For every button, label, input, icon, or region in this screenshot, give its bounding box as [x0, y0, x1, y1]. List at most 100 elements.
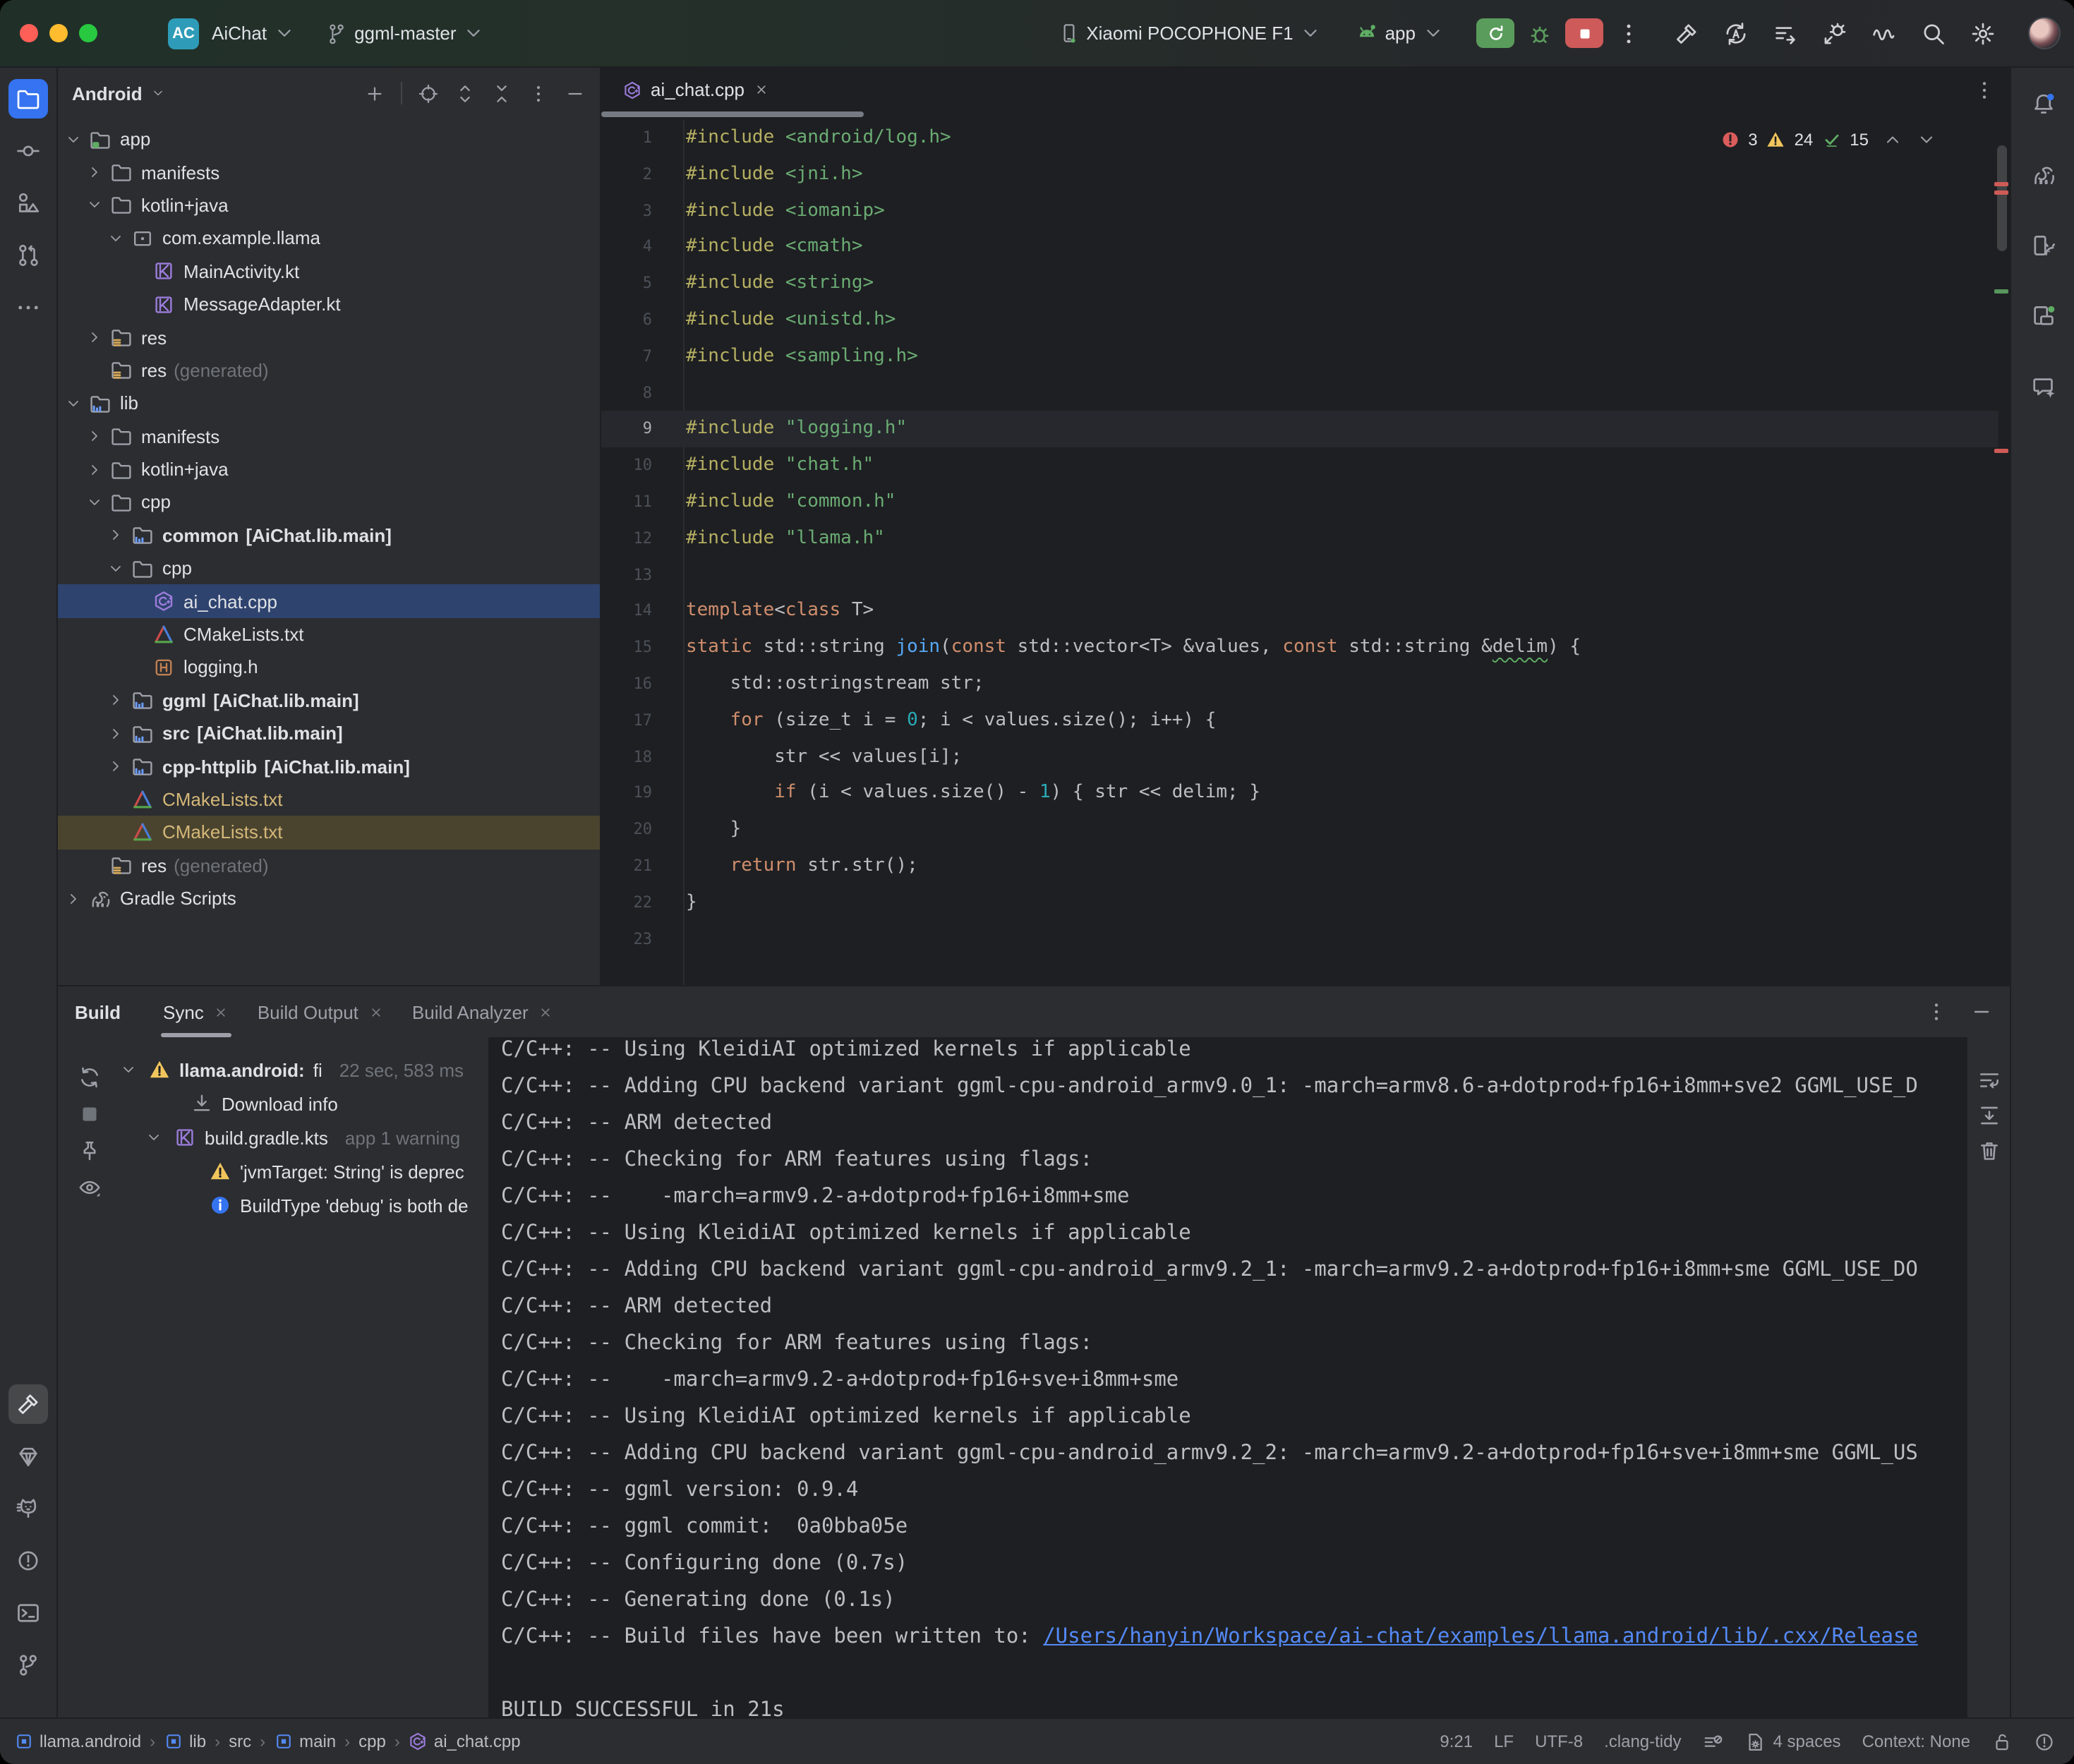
- stop-square-icon[interactable]: [77, 1102, 101, 1126]
- code-line-2[interactable]: 2#include <jni.h>: [601, 157, 1998, 193]
- project-view-selector[interactable]: Android: [72, 83, 143, 104]
- scroll-end-icon[interactable]: [1977, 1104, 2001, 1128]
- inspections-widget[interactable]: 3 24 15: [1720, 130, 1936, 150]
- tree-item-cmakelists-txt[interactable]: CMakeLists.txt: [58, 618, 600, 651]
- code-line-22[interactable]: 22}: [601, 884, 1998, 921]
- chevron-right-icon[interactable]: [88, 425, 110, 447]
- tree-item-cmakelists-txt[interactable]: CMakeLists.txt: [58, 816, 600, 849]
- tool-button-running-devices[interactable]: [2023, 296, 2063, 336]
- console-link[interactable]: /Users/hanyin/Workspace/ai-chat/examples…: [1043, 1626, 1918, 1648]
- chevron-down-icon[interactable]: [88, 491, 110, 514]
- chevron-right-icon[interactable]: [66, 887, 89, 910]
- code-line-3[interactable]: 3#include <iomanip>: [601, 193, 1998, 229]
- tool-button-gradle[interactable]: [2023, 155, 2063, 195]
- code-line-12[interactable]: 12#include "llama.h": [601, 521, 1998, 557]
- tool-button-commit[interactable]: [8, 131, 48, 171]
- chevron-down-icon[interactable]: [88, 194, 110, 217]
- tree-item-cpp[interactable]: cpp: [58, 486, 600, 519]
- refresh-icon[interactable]: [77, 1065, 101, 1089]
- pin-icon[interactable]: [77, 1139, 101, 1163]
- chevron-right-icon[interactable]: [88, 161, 110, 183]
- tool-button-project[interactable]: [8, 79, 48, 119]
- chevron-down-icon[interactable]: [120, 1061, 140, 1078]
- settings-icon[interactable]: [1970, 20, 1996, 46]
- next-problem-button[interactable]: [1917, 130, 1936, 150]
- code-line-6[interactable]: 6#include <unistd.h>: [601, 302, 1998, 339]
- tool-button-quality[interactable]: [8, 1437, 48, 1476]
- tree-item-res[interactable]: res: [58, 321, 600, 354]
- build-variants-icon[interactable]: [1773, 20, 1798, 46]
- tree-item-manifests[interactable]: manifests: [58, 156, 600, 189]
- sync-tree-row[interactable]: build.gradle.ktsapp 1 warning: [120, 1120, 488, 1154]
- breadcrumb-item-src[interactable]: src: [229, 1732, 251, 1751]
- tree-item-gradle-scripts[interactable]: Gradle Scripts: [58, 882, 600, 915]
- error-stripe-mark[interactable]: [1994, 449, 2008, 453]
- tool-button-resources[interactable]: [8, 183, 48, 223]
- code-line-19[interactable]: 19 if (i < values.size() - 1) { str << d…: [601, 775, 1998, 812]
- chevron-right-icon[interactable]: [88, 326, 110, 349]
- build-tab-build-output[interactable]: Build Output: [243, 986, 398, 1037]
- close-window-button[interactable]: [20, 24, 38, 42]
- tool-button-vcs[interactable]: [8, 1645, 48, 1685]
- rerun-button[interactable]: [1476, 18, 1514, 48]
- code-line-14[interactable]: 14template<class T>: [601, 593, 1998, 630]
- breadcrumb-item-lib[interactable]: lib: [164, 1732, 206, 1751]
- plus-icon[interactable]: [364, 83, 385, 104]
- project-selector[interactable]: AiChat: [212, 23, 295, 44]
- editor-scrollbar[interactable]: [1997, 145, 2007, 251]
- code-line-4[interactable]: 4#include <cmath>: [601, 229, 1998, 266]
- tree-item-kotlin-java[interactable]: kotlin+java: [58, 189, 600, 222]
- line-separator[interactable]: LF: [1494, 1732, 1514, 1751]
- debug-button[interactable]: [1527, 20, 1553, 46]
- unfold-icon[interactable]: [454, 83, 476, 104]
- file-encoding[interactable]: UTF-8: [1535, 1732, 1583, 1751]
- tree-item-src[interactable]: src[AiChat.lib.main]: [58, 717, 600, 750]
- code-line-7[interactable]: 7#include <sampling.h>: [601, 339, 1998, 375]
- attach-debugger-icon[interactable]: [1822, 20, 1847, 46]
- run-config-selector[interactable]: app: [1357, 23, 1444, 44]
- more-run-options-button[interactable]: [1616, 20, 1641, 46]
- close-icon[interactable]: [214, 1004, 229, 1020]
- close-icon[interactable]: [538, 1004, 554, 1020]
- tree-item-res[interactable]: res(generated): [58, 354, 600, 387]
- code-line-21[interactable]: 21 return str.str();: [601, 848, 1998, 885]
- breadcrumb-item-cpp[interactable]: cpp: [358, 1732, 386, 1751]
- tool-button-logcat[interactable]: [8, 1489, 48, 1528]
- minus-icon[interactable]: [565, 83, 586, 104]
- tree-item-logging-h[interactable]: logging.h: [58, 651, 600, 684]
- chevron-down-icon[interactable]: [109, 557, 131, 580]
- trash-icon[interactable]: [1977, 1139, 2001, 1163]
- code-line-15[interactable]: 15static std::string join(const std::vec…: [601, 629, 1998, 666]
- code-line-18[interactable]: 18 str << values[i];: [601, 739, 1998, 775]
- indent-widget[interactable]: 4 spaces: [1745, 1731, 1841, 1752]
- error-stripe-mark[interactable]: [1994, 182, 2008, 186]
- lock-open-icon[interactable]: [1991, 1731, 2013, 1752]
- device-selector[interactable]: Xiaomi POCOPHONE F1: [1058, 23, 1321, 44]
- tool-button-build-hammer[interactable]: [8, 1384, 48, 1424]
- tool-button-problems[interactable]: [8, 1541, 48, 1581]
- build-tab-sync[interactable]: Sync: [149, 986, 243, 1037]
- chevron-down-icon[interactable]: [66, 392, 89, 415]
- chevron-right-icon[interactable]: [88, 458, 110, 481]
- build-hammer-icon[interactable]: [1674, 20, 1699, 46]
- close-icon[interactable]: [368, 1004, 384, 1020]
- tree-item-com-example-llama[interactable]: com.example.llama: [58, 222, 600, 255]
- profiler-icon[interactable]: [1871, 20, 1897, 46]
- tree-item-ggml[interactable]: ggml[AiChat.lib.main]: [58, 684, 600, 717]
- formatter-icon[interactable]: [1703, 1731, 1724, 1752]
- avatar[interactable]: [2028, 17, 2061, 49]
- breadcrumb-item-main[interactable]: main: [274, 1732, 336, 1751]
- search-icon[interactable]: [1921, 20, 1946, 46]
- stop-button[interactable]: [1565, 18, 1603, 48]
- tool-button-pull-requests[interactable]: [8, 236, 48, 275]
- code-area[interactable]: 1#include <android/log.h>2#include <jni.…: [601, 120, 1998, 985]
- eye-icon[interactable]: [77, 1176, 101, 1200]
- formatter-config[interactable]: .clang-tidy: [1604, 1732, 1681, 1751]
- chevron-down-icon[interactable]: [66, 128, 89, 150]
- soft-wrap-icon[interactable]: [1977, 1068, 2001, 1092]
- build-tab-build-analyzer[interactable]: Build Analyzer: [398, 986, 568, 1037]
- tree-item-common[interactable]: common[AiChat.lib.main]: [58, 519, 600, 552]
- error-stripe-mark[interactable]: [1994, 191, 2008, 195]
- context-widget[interactable]: Context: None: [1862, 1732, 1970, 1751]
- branch-selector[interactable]: ggml-master: [326, 23, 485, 44]
